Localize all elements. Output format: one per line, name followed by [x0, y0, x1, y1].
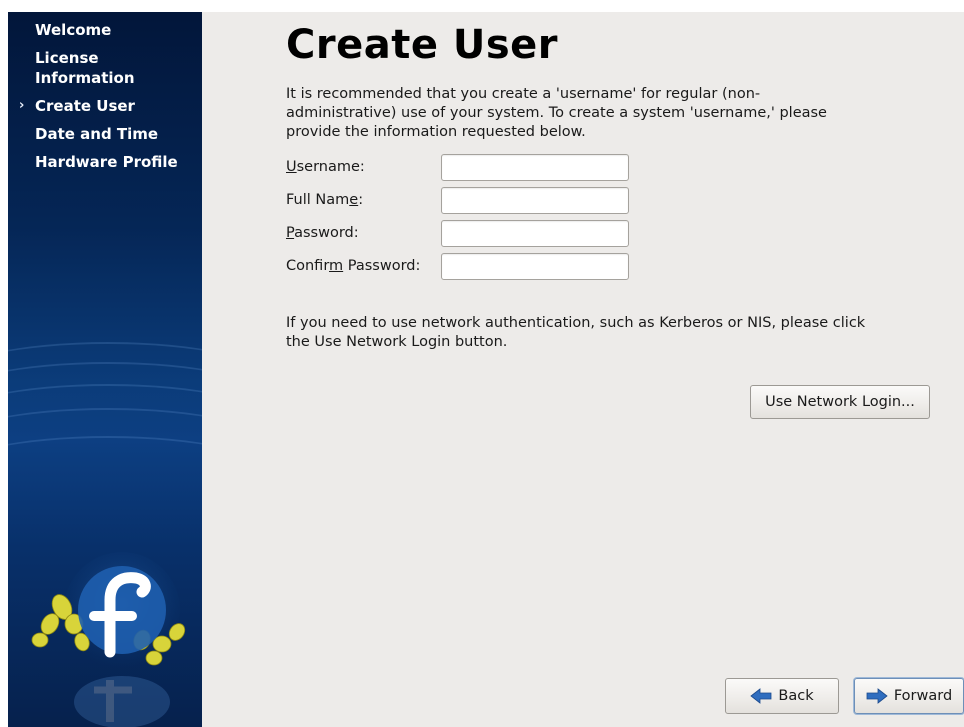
- password-label-rest: assword:: [294, 225, 359, 241]
- full-name-field[interactable]: [441, 187, 629, 214]
- content-panel: Create User It is recommended that you c…: [202, 12, 964, 727]
- confirm-password-mnemonic: m: [329, 258, 344, 274]
- password-label: Password:: [286, 225, 359, 241]
- username-label: Username:: [286, 159, 365, 175]
- installer-window: Welcome License Information › Create Use…: [0, 0, 964, 727]
- use-network-login-button[interactable]: Use Network Login...: [750, 385, 930, 419]
- arrow-right-icon: [866, 688, 888, 704]
- intro-text: It is recommended that you create a 'use…: [286, 86, 827, 140]
- username-field[interactable]: [441, 154, 629, 181]
- forward-button[interactable]: Forward: [854, 678, 964, 714]
- username-mnemonic: U: [286, 159, 297, 175]
- sidebar-wave: [8, 436, 202, 508]
- network-login-text: If you need to use network authenticatio…: [286, 315, 866, 350]
- step-welcome: Welcome: [8, 20, 200, 40]
- full-name-label-end: :: [358, 192, 364, 208]
- full-name-label: Full Name:: [286, 192, 363, 208]
- confirm-password-field[interactable]: [441, 253, 629, 280]
- password-field[interactable]: [441, 220, 629, 247]
- step-label: Welcome: [35, 21, 112, 39]
- username-label-rest: sername:: [296, 159, 365, 175]
- step-label: Date and Time: [35, 125, 159, 143]
- step-create-user: › Create User: [8, 96, 200, 116]
- step-label: License Information: [35, 49, 135, 87]
- step-label: Create User: [35, 97, 135, 115]
- back-label: Back: [778, 688, 814, 704]
- current-step-marker-icon: ›: [19, 98, 25, 113]
- confirm-password-label-end: Password:: [343, 258, 421, 274]
- step-license-information: License Information: [8, 48, 200, 88]
- sidebar: Welcome License Information › Create Use…: [8, 12, 202, 727]
- page-title: Create User: [286, 22, 559, 68]
- confirm-password-label-start: Confir: [286, 258, 330, 274]
- install-steps-list: Welcome License Information › Create Use…: [8, 20, 200, 180]
- forward-label: Forward: [893, 688, 953, 704]
- step-hardware-profile: Hardware Profile: [8, 152, 200, 172]
- confirm-password-label: Confirm Password:: [286, 258, 420, 274]
- full-name-mnemonic: e: [349, 192, 359, 208]
- step-date-and-time: Date and Time: [8, 124, 200, 144]
- full-name-label-start: Full Nam: [286, 192, 350, 208]
- step-label: Hardware Profile: [35, 153, 178, 171]
- password-mnemonic: P: [286, 225, 295, 241]
- back-button[interactable]: Back: [725, 678, 839, 714]
- fedora-logo-icon: [31, 552, 186, 727]
- arrow-left-icon: [750, 688, 772, 704]
- use-network-login-label: Use Network Login...: [765, 394, 915, 410]
